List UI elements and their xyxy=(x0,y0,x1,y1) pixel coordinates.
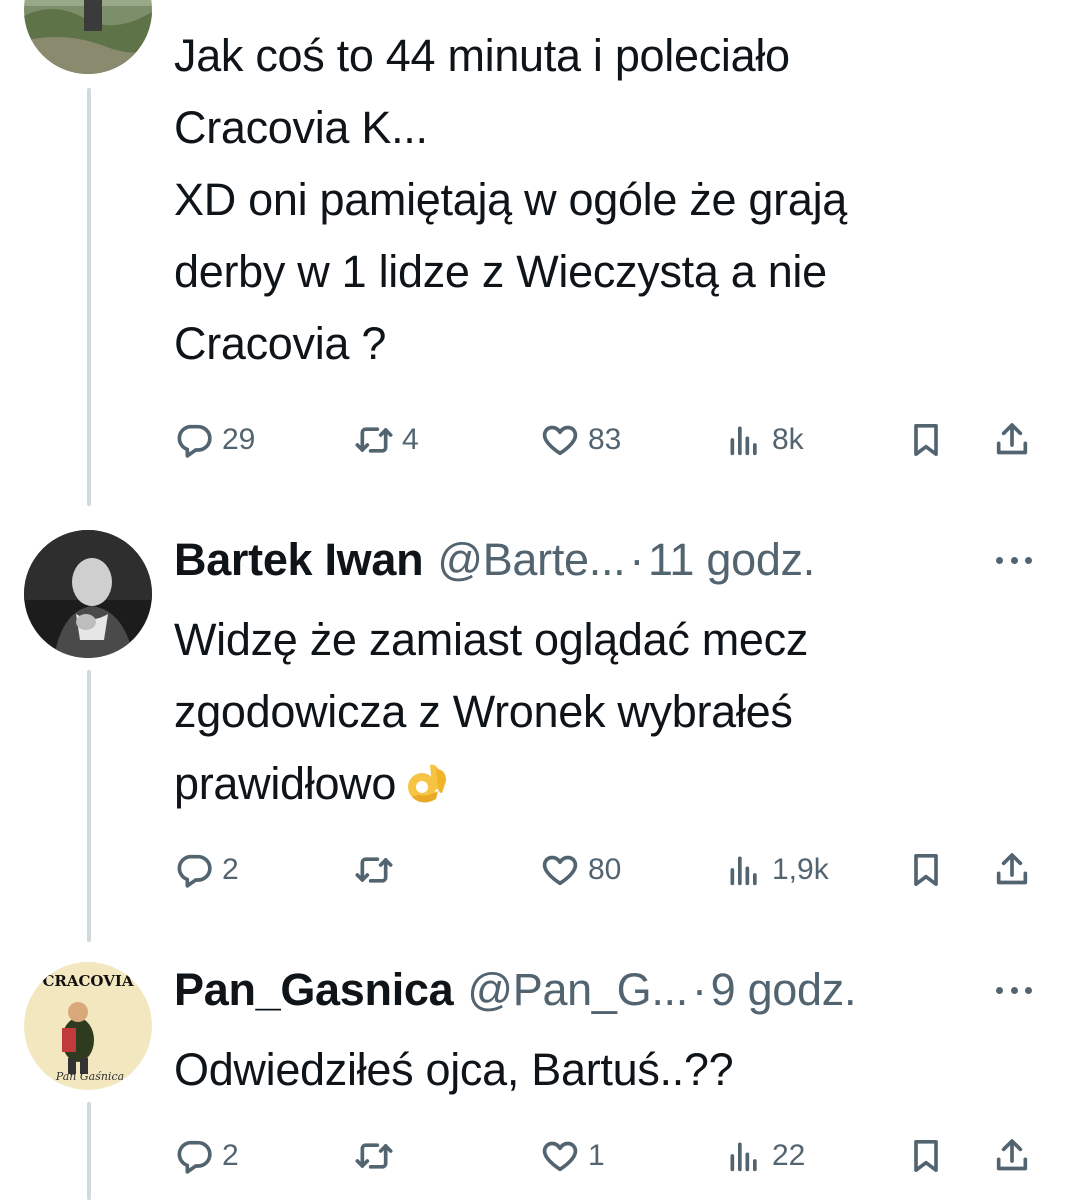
tweet-text-line: derby w 1 lidze z Wieczystą a nie xyxy=(174,246,827,297)
views-count: 1,9k xyxy=(772,853,829,886)
more-icon xyxy=(996,986,1003,994)
retweet-count: 4 xyxy=(402,423,419,456)
retweet-button[interactable]: 4 xyxy=(354,416,419,464)
share-button[interactable] xyxy=(992,416,1032,464)
tweet-text-line: Odwiedziłeś ojca, Bartuś..?? xyxy=(174,1044,734,1095)
bookmark-icon xyxy=(914,1140,938,1172)
tweet-actions: 2 80 1,9k xyxy=(174,846,1044,894)
separator: · xyxy=(629,534,645,585)
reply-button[interactable]: 2 xyxy=(174,1132,239,1180)
views-button[interactable]: 22 xyxy=(724,1132,805,1180)
more-icon xyxy=(1010,556,1018,564)
share-icon xyxy=(996,853,1028,885)
like-count: 1 xyxy=(588,1139,605,1172)
retweet-icon xyxy=(355,857,393,883)
more-icon xyxy=(1025,986,1032,994)
views-button[interactable]: 8k xyxy=(724,416,804,464)
more-icon xyxy=(1010,986,1018,994)
bookmark-button[interactable] xyxy=(906,416,946,464)
retweet-icon xyxy=(355,1143,393,1169)
reply-icon xyxy=(177,424,212,458)
views-count: 22 xyxy=(772,1139,806,1172)
tweet-header: Bartek Iwan @Barte... · 11 godz. xyxy=(174,530,815,590)
reply-icon xyxy=(177,854,212,888)
share-icon xyxy=(996,1139,1028,1171)
thread-line xyxy=(87,670,91,942)
views-count: 8k xyxy=(772,423,804,456)
retweet-icon xyxy=(355,427,393,453)
retweet-button[interactable] xyxy=(354,1132,402,1180)
tweet-actions: 29 4 83 8k xyxy=(174,416,1044,464)
like-count: 83 xyxy=(588,423,622,456)
more-icon xyxy=(996,556,1003,564)
thread-line xyxy=(87,1102,91,1200)
more-button[interactable] xyxy=(990,548,1038,572)
reply-button[interactable]: 2 xyxy=(174,846,239,894)
retweet-button[interactable] xyxy=(354,846,402,894)
tweet-header: Pan_Gasnica @Pan_G... · 9 godz. xyxy=(174,960,856,1020)
reply-count: 29 xyxy=(222,423,256,456)
more-button[interactable] xyxy=(990,978,1038,1002)
bookmark-button[interactable] xyxy=(906,1132,946,1180)
like-icon xyxy=(542,1141,578,1172)
like-button[interactable]: 1 xyxy=(540,1132,605,1180)
timestamp[interactable]: 9 godz. xyxy=(711,964,857,1016)
tweet-text: Odwiedziłeś ojca, Bartuś..?? xyxy=(174,1034,734,1106)
like-icon xyxy=(542,425,578,456)
avatar[interactable]: CRACOVIA Pan Gaśnica xyxy=(24,962,152,1090)
like-button[interactable]: 80 xyxy=(540,846,621,894)
views-icon xyxy=(730,1142,757,1172)
more-icon xyxy=(1025,556,1032,564)
tweet-text-line: prawidłowo xyxy=(174,748,808,820)
author-name[interactable]: Pan_Gasnica xyxy=(174,964,454,1016)
avatar[interactable] xyxy=(24,530,152,658)
tweet-text-line: Widzę że zamiast oglądać mecz xyxy=(174,614,809,665)
timestamp[interactable]: 11 godz. xyxy=(648,534,815,586)
tweet-actions: 2 1 22 xyxy=(174,1132,1044,1180)
landscape-photo-avatar xyxy=(24,0,152,74)
share-button[interactable] xyxy=(992,846,1032,894)
tweet-text-fragment: prawidłowo xyxy=(174,758,397,809)
cracovia-cartoon-avatar: CRACOVIA Pan Gaśnica xyxy=(24,962,152,1090)
reply-icon xyxy=(177,1140,212,1174)
tweet-text-line: Cracovia K... xyxy=(174,102,428,153)
svg-text:CRACOVIA: CRACOVIA xyxy=(42,972,133,990)
share-button[interactable] xyxy=(992,1132,1032,1180)
author-name[interactable]: Bartek Iwan xyxy=(174,534,424,586)
views-icon xyxy=(730,856,757,886)
tweet-text: Widzę że zamiast oglądać mecz zgodowicza… xyxy=(174,604,808,820)
tweet-text-line: Jak coś to 44 minuta i poleciało xyxy=(174,30,790,81)
like-icon xyxy=(542,855,578,886)
avatar[interactable] xyxy=(24,0,152,74)
share-icon xyxy=(996,423,1028,455)
ok-hand-emoji xyxy=(408,764,447,803)
reply-count: 2 xyxy=(222,1139,239,1172)
bookmark-icon xyxy=(914,854,938,886)
tweet-text-line: XD oni pamiętają w ogóle że grają xyxy=(174,174,847,225)
views-button[interactable]: 1,9k xyxy=(724,846,829,894)
like-button[interactable]: 83 xyxy=(540,416,621,464)
separator: · xyxy=(691,964,707,1015)
thread-line xyxy=(87,88,91,506)
author-handle[interactable]: @Barte... xyxy=(437,534,625,586)
tweet-text-line: Cracovia ? xyxy=(174,318,387,369)
svg-text:Pan Gaśnica: Pan Gaśnica xyxy=(55,1070,124,1083)
black-white-portrait-avatar xyxy=(24,530,152,658)
bookmark-button[interactable] xyxy=(906,846,946,894)
tweet-text-line: zgodowicza z Wronek wybrałeś xyxy=(174,686,793,737)
like-count: 80 xyxy=(588,853,622,886)
views-icon xyxy=(730,426,757,456)
reply-button[interactable]: 29 xyxy=(174,416,255,464)
author-handle[interactable]: @Pan_G... xyxy=(467,964,688,1016)
reply-count: 2 xyxy=(222,853,239,886)
tweet-text: Jak coś to 44 minuta i poleciało Cracovi… xyxy=(174,20,847,380)
bookmark-icon xyxy=(914,424,938,456)
